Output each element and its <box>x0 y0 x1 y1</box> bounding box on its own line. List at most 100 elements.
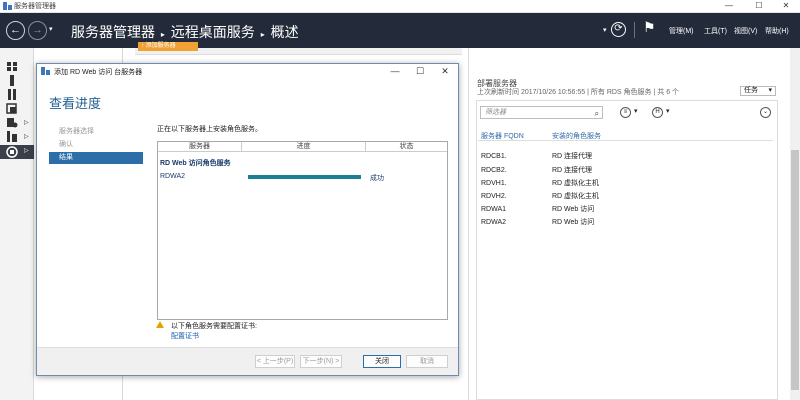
cell-role: RD Web 访问 <box>552 219 595 226</box>
add-servers-tab[interactable]: ↑ 添加服务器 <box>138 42 198 51</box>
rds-servers-icon[interactable] <box>6 131 18 142</box>
dashboard-icon[interactable] <box>6 61 18 72</box>
local-server-icon[interactable] <box>6 75 18 86</box>
add-rd-web-access-dialog: 添加 RD Web 访问 台服务器 — ☐ ✕ 查看进度 服务器选择 确认 结果… <box>36 63 459 376</box>
table-row[interactable]: RDWA2 <box>481 217 506 226</box>
filter-input[interactable]: 筛选器 ⌕ <box>480 106 603 119</box>
table-row-role: RD 连接代理 <box>552 151 592 161</box>
table-row[interactable]: RDVH2. <box>481 191 507 200</box>
header-separator <box>478 140 773 141</box>
column-header-status[interactable]: 状态 <box>366 142 447 152</box>
dialog-minimize-button[interactable]: — <box>384 65 406 77</box>
step-server-selection[interactable]: 服务器选择 <box>49 126 143 138</box>
row-server-name: RDWA2 <box>160 173 186 180</box>
minimize-button[interactable]: — <box>717 0 741 12</box>
breadcrumb: 服务器管理器 ▸ 远程桌面服务 ▸ 概述 <box>71 22 301 42</box>
app-header: ← → ▾ 服务器管理器 ▸ 远程桌面服务 ▸ 概述 ▾ ⟳ ⚑ 管理(M) 工… <box>0 13 800 48</box>
file-services-icon[interactable] <box>6 103 18 114</box>
table-row-role: RD Web 访问 <box>552 217 594 227</box>
install-progress-bar <box>248 175 361 179</box>
dialog-heading: 查看进度 <box>49 96 102 111</box>
previous-button[interactable]: < 上一步(P) <box>255 355 295 368</box>
forward-arrow-icon[interactable]: → <box>28 21 47 40</box>
table-row-role: RD 连接代理 <box>552 165 592 175</box>
column-header-server[interactable]: 服务器 <box>158 142 242 152</box>
table-row-role: RD 虚拟化主机 <box>552 178 599 188</box>
table-row[interactable]: RDCB1. <box>481 151 507 160</box>
cell-fqdn: RDCB1. <box>481 153 507 160</box>
dialog-maximize-button[interactable]: ☐ <box>409 65 431 77</box>
tasks-label: 任务 <box>744 87 758 94</box>
dialog-close-button[interactable]: ✕ <box>434 65 456 77</box>
chevron-down-icon[interactable]: ▾ <box>634 107 638 115</box>
dialog-titlebar: 添加 RD Web 访问 台服务器 — ☐ ✕ <box>37 64 458 79</box>
left-nav <box>0 48 34 400</box>
breadcrumb-item-overview[interactable]: 概述 <box>271 24 299 40</box>
cell-fqdn: RDWA2 <box>481 219 507 226</box>
menu-help[interactable]: 帮助(H) <box>765 26 789 36</box>
cell-fqdn: RDVH2. <box>481 193 507 200</box>
expand-collapse-icon[interactable]: ⌄ <box>760 107 771 118</box>
cell-fqdn: RDWA1 <box>481 206 507 213</box>
warning-icon <box>156 321 164 328</box>
next-button[interactable]: 下一步(N) > <box>300 355 342 368</box>
history-dropdown-icon[interactable]: ▾ <box>49 25 53 33</box>
refresh-icon[interactable]: ⟳ <box>611 22 626 37</box>
breadcrumb-item-server-manager[interactable]: 服务器管理器 <box>71 24 155 40</box>
cell-role: RD 虚拟化主机 <box>552 180 600 187</box>
save-query-icon[interactable]: H <box>652 107 663 118</box>
search-icon[interactable]: ⌕ <box>595 108 599 119</box>
cell-fqdn: RDVH1. <box>481 180 507 187</box>
close-window-button[interactable]: ✕ <box>774 0 798 12</box>
menu-view[interactable]: 视图(V) <box>734 26 757 36</box>
maximize-button[interactable]: ☐ <box>747 0 771 12</box>
tasks-dropdown[interactable]: 任务 ▾ <box>740 86 776 96</box>
certificate-warning-text: 以下角色服务需要配置证书: <box>171 323 257 330</box>
cell-fqdn: RDCB2. <box>481 167 507 174</box>
step-confirmation[interactable]: 确认 <box>49 139 143 151</box>
deployment-servers-subtitle: 上次刷新时间 2017/10/26 10:56:55 | 所有 RDS 角色服务… <box>477 89 680 96</box>
role-group-label: RD Web 访问角色服务 <box>160 160 231 167</box>
install-intro-text: 正在以下服务器上安装角色服务。 <box>157 126 262 133</box>
row-status: 成功 <box>370 175 384 182</box>
breadcrumb-separator-icon: ▸ <box>160 30 165 39</box>
query-options-icon[interactable]: ≡ <box>620 107 631 118</box>
close-button[interactable]: 关闭 <box>363 355 401 368</box>
server-manager-app-icon <box>3 2 12 10</box>
column-header-progress[interactable]: 进度 <box>242 142 366 152</box>
table-row[interactable]: RDVH1. <box>481 178 507 187</box>
remote-desktop-icon[interactable] <box>6 146 18 158</box>
dialog-title: 添加 RD Web 访问 台服务器 <box>54 69 143 76</box>
table-row[interactable]: RDWA1 <box>481 204 506 213</box>
expand-arrow-icon[interactable]: ▷ <box>24 147 29 154</box>
breadcrumb-separator-icon: ▸ <box>260 30 265 39</box>
window-title: 服务器管理器 <box>14 3 56 10</box>
chevron-down-icon: ▾ <box>768 87 772 94</box>
refresh-dropdown-icon[interactable]: ▾ <box>603 26 607 34</box>
chevron-down-icon[interactable]: ▾ <box>666 107 670 115</box>
notifications-flag-icon[interactable]: ⚑ <box>643 19 656 36</box>
window-titlebar: 服务器管理器 — ☐ ✕ <box>0 0 800 13</box>
filter-placeholder: 筛选器 <box>485 109 506 116</box>
cell-role: RD 连接代理 <box>552 167 593 174</box>
iis-icon[interactable] <box>6 117 18 128</box>
header-divider <box>634 22 635 38</box>
expand-arrow-icon[interactable]: ▷ <box>24 133 29 140</box>
table-row-role: RD 虚拟化主机 <box>552 191 599 201</box>
table-row[interactable]: RDCB2. <box>481 165 507 174</box>
table-row-role: RD Web 访问 <box>552 204 594 214</box>
configure-certificate-link[interactable]: 配置证书 <box>171 331 199 341</box>
all-servers-icon[interactable] <box>6 89 18 100</box>
servers-list-box <box>476 100 778 400</box>
menu-tools[interactable]: 工具(T) <box>704 26 727 36</box>
expand-arrow-icon[interactable]: ▷ <box>24 119 29 126</box>
scrollbar-thumb[interactable] <box>791 150 799 390</box>
cell-role: RD 虚拟化主机 <box>552 193 600 200</box>
back-arrow-icon[interactable]: ← <box>6 21 25 40</box>
breadcrumb-item-rds[interactable]: 远程桌面服务 <box>171 24 255 40</box>
server-manager-app-icon <box>41 67 50 75</box>
cell-role: RD Web 访问 <box>552 206 595 213</box>
menu-manage[interactable]: 管理(M) <box>669 26 694 36</box>
step-results[interactable]: 结果 <box>49 152 143 164</box>
cancel-button[interactable]: 取消 <box>406 355 448 368</box>
